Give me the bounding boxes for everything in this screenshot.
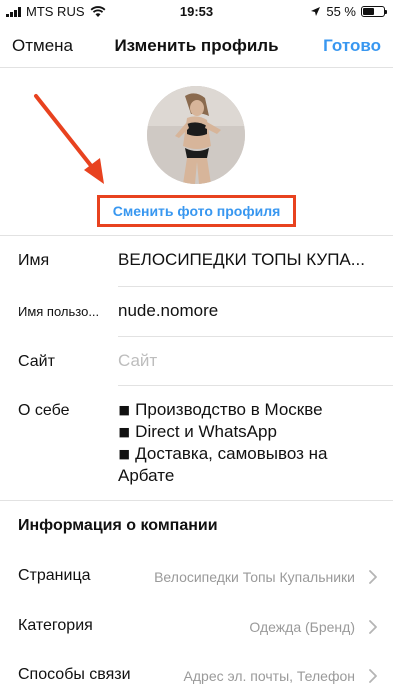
bio-line: ◾ Производство в Москве — [118, 400, 323, 419]
row-value: Велосипедки Топы Купальники — [154, 569, 355, 585]
profile-photo-section: Сменить фото профиля — [0, 68, 393, 235]
divider — [118, 385, 393, 386]
battery-fill — [363, 8, 374, 15]
location-arrow-icon — [311, 7, 321, 16]
chevron-right-icon — [369, 620, 377, 634]
nav-bar: Отмена Изменить профиль Готово — [0, 24, 393, 68]
change-photo-highlight: Сменить фото профиля — [97, 195, 296, 227]
company-info-header: Информация о компании — [18, 517, 218, 534]
username-field[interactable]: nude.nomore — [118, 301, 380, 321]
bio-field[interactable]: ◾ Производство в Москве ◾ Direct и Whats… — [118, 399, 378, 487]
company-row-category[interactable]: Категория Одежда (Бренд) — [0, 604, 393, 650]
name-label: Имя — [18, 252, 50, 269]
name-field[interactable]: ВЕЛОСИПЕДКИ ТОПЫ КУПА... — [118, 250, 380, 270]
status-right: 55 % — [310, 4, 387, 19]
company-row-contact[interactable]: Способы связи Адрес эл. почты, Телефон — [0, 653, 393, 699]
row-value: Адрес эл. почты, Телефон — [183, 668, 355, 684]
change-photo-link[interactable]: Сменить фото профиля — [100, 203, 293, 219]
avatar-image-icon — [147, 86, 245, 184]
profile-avatar[interactable] — [147, 86, 245, 184]
divider — [0, 500, 393, 501]
battery-icon — [361, 6, 387, 17]
divider — [118, 286, 393, 287]
site-label: Сайт — [18, 353, 55, 370]
bio-label: О себе — [18, 402, 70, 419]
site-field[interactable]: Сайт — [118, 351, 380, 371]
battery-percent: 55 % — [326, 4, 356, 19]
chevron-right-icon — [369, 669, 377, 683]
divider — [118, 336, 393, 337]
annotation-arrow-icon — [34, 94, 104, 184]
bio-line: ◾ Direct и WhatsApp — [118, 422, 277, 441]
bio-line: ◾ Доставка, самовывоз на — [118, 444, 328, 463]
done-button[interactable]: Готово — [323, 36, 381, 56]
divider — [0, 235, 393, 236]
row-label: Способы связи — [18, 666, 131, 683]
row-label: Категория — [18, 617, 93, 634]
row-value: Одежда (Бренд) — [249, 619, 355, 635]
company-row-page[interactable]: Страница Велосипедки Топы Купальники — [0, 554, 393, 600]
bio-line: Арбате — [118, 466, 175, 485]
row-label: Страница — [18, 567, 91, 584]
chevron-right-icon — [369, 570, 377, 584]
username-label: Имя пользо... — [18, 304, 100, 319]
status-bar: MTS RUS 19:53 55 % — [0, 0, 393, 24]
